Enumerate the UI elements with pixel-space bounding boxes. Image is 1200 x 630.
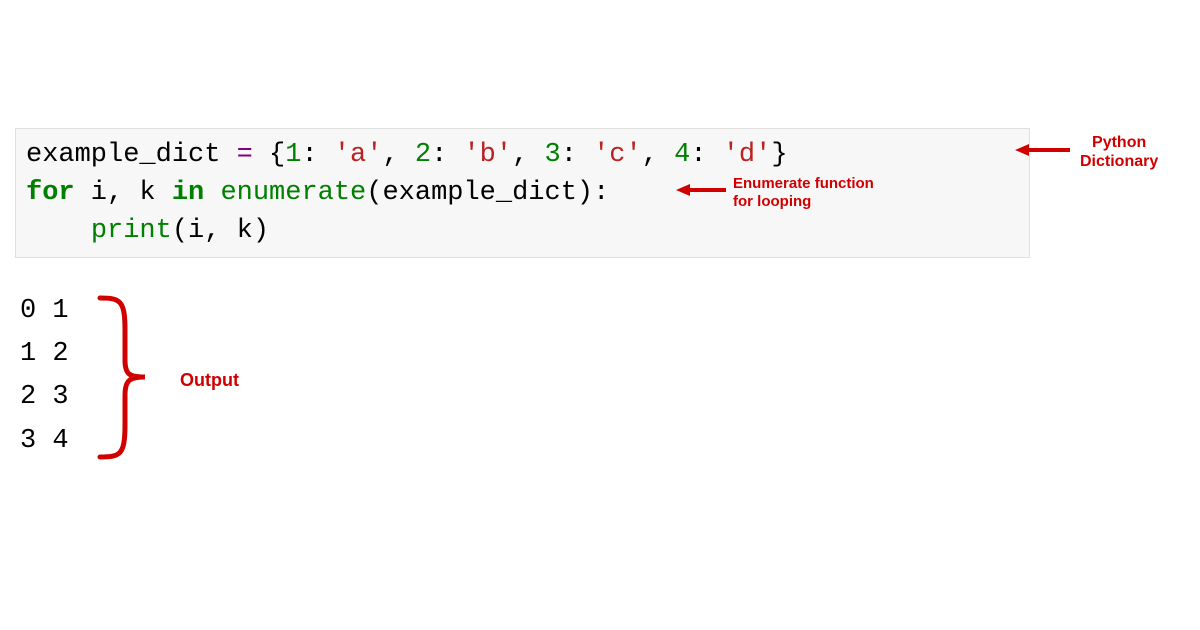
code-token: in [172, 178, 204, 208]
code-token: : [561, 140, 593, 170]
code-token: enumerate [220, 178, 366, 208]
output-line: 1 2 [20, 333, 69, 376]
output-line: 0 1 [20, 290, 69, 333]
code-token: : [301, 140, 333, 170]
code-token: for [26, 178, 75, 208]
output-line: 2 3 [20, 376, 69, 419]
code-token: 3 [545, 140, 561, 170]
code-token: (i, k) [172, 216, 269, 246]
annotation-text: Output [180, 370, 239, 390]
annotation-enumerate: Enumerate function for looping [733, 175, 874, 211]
annotation-python-dictionary: Python Dictionary [1080, 133, 1158, 171]
annotation-text: for looping [733, 193, 811, 210]
code-token: example_dict [26, 140, 237, 170]
code-token: 'd' [723, 140, 772, 170]
code-token: print [91, 216, 172, 246]
code-line-1: example_dict = {1: 'a', 2: 'b', 3: 'c', … [26, 137, 1019, 175]
code-token: : [431, 140, 463, 170]
code-line-3: print(i, k) [26, 213, 1019, 251]
code-token: 'a' [334, 140, 383, 170]
code-token: 1 [285, 140, 301, 170]
annotation-output: Output [180, 370, 239, 392]
code-token: 'b' [463, 140, 512, 170]
code-token: (example_dict): [366, 178, 609, 208]
code-token [26, 216, 91, 246]
annotation-text: Enumerate function [733, 175, 874, 192]
code-token: 2 [415, 140, 431, 170]
code-block: example_dict = {1: 'a', 2: 'b', 3: 'c', … [15, 128, 1030, 258]
code-token: } [771, 140, 787, 170]
code-token: , [512, 140, 544, 170]
annotation-text: Dictionary [1080, 153, 1158, 170]
code-token [204, 178, 220, 208]
annotation-text: Python [1092, 134, 1146, 151]
code-token: { [253, 140, 285, 170]
code-token: : [690, 140, 722, 170]
code-token: , [382, 140, 414, 170]
code-token: 4 [674, 140, 690, 170]
brace-icon [90, 290, 170, 465]
code-token: , [642, 140, 674, 170]
code-token: 'c' [593, 140, 642, 170]
output-line: 3 4 [20, 420, 69, 463]
code-token: = [237, 140, 253, 170]
code-token: i, k [75, 178, 172, 208]
output-block: 0 1 1 2 2 3 3 4 [20, 290, 69, 463]
